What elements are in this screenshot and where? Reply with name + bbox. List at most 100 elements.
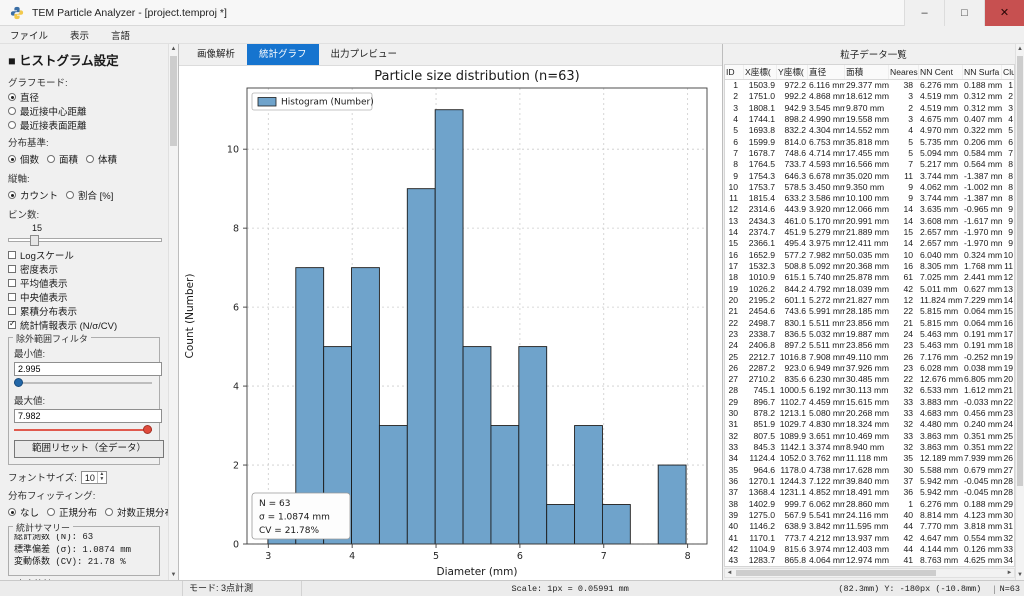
table-row[interactable]: 37 1368.4 1231.1 4.852 mm 18.491 mm 36 5.942 m… xyxy=(725,487,1014,498)
table-row[interactable]: 16 1652.9 577.2 7.982 mm 50.035 mm 10 6.040 mm… xyxy=(725,250,1014,261)
table-row[interactable]: 441080.6750.84.062 mm12.958 mm424.144 mm… xyxy=(725,566,1014,567)
table-row[interactable]: 27 2710.2 835.6 6.230 mm 30.485 mm 22 12.676 m… xyxy=(725,374,1014,385)
scroll-left-icon[interactable]: ◄ xyxy=(725,568,734,578)
table-row[interactable]: 23 2338.7 836.5 5.032 mm 19.887 mm 24 5.463 mm… xyxy=(725,329,1014,340)
fitting-option-1[interactable]: 正規分布 xyxy=(47,506,97,519)
sidebar-scroll-thumb[interactable] xyxy=(170,56,177,146)
table-row[interactable]: 12 2314.6 443.9 3.920 mm 12.066 mm 14 3.635 mm… xyxy=(725,204,1014,215)
range-reset-button[interactable]: 範囲リセット（全データ） xyxy=(14,440,164,458)
table-row[interactable]: 17 1532.3 508.8 5.092 mm 20.368 mm 16 8.305 mm… xyxy=(725,261,1014,272)
fitting-option-0[interactable]: なし xyxy=(8,506,39,519)
table-row[interactable]: 4 1744.1 898.2 4.990 mm 19.558 mm 3 4.675 mm 0.… xyxy=(725,114,1014,125)
table-vertical-scrollbar[interactable]: ▲ ▼ xyxy=(1015,44,1024,580)
table-row[interactable]: 20 2195.2 601.1 5.272 mm 21.827 mm 12 11.824 m… xyxy=(725,295,1014,306)
max-slider-handle-icon[interactable] xyxy=(143,425,152,434)
table-row[interactable]: 26 2287.2 923.0 6.949 mm 37.926 mm 23 6.028 mm… xyxy=(725,363,1014,374)
hscroll-thumb[interactable] xyxy=(736,570,936,576)
table-row[interactable]: 22 2498.7 830.1 5.511 mm 23.856 mm 21 5.815 mm… xyxy=(725,318,1014,329)
table-horizontal-scrollbar[interactable]: ◄ ► xyxy=(724,568,1015,578)
toggle-option-5[interactable]: 統計情報表示 (N/σ/CV) xyxy=(8,319,164,332)
tab-statistics-graph[interactable]: 統計グラフ xyxy=(247,44,319,65)
table-row[interactable]: 35 964.6 1178.0 4.738 mm 17.628 mm 30 5.588 mm… xyxy=(725,465,1014,476)
scroll-right-icon[interactable]: ► xyxy=(1005,568,1014,578)
column-header[interactable]: 直径 xyxy=(808,65,845,79)
table-row[interactable]: 29 896.7 1102.7 4.459 mm 15.615 mm 33 3.883 mm… xyxy=(725,397,1014,408)
table-row[interactable]: 19 1026.2 844.2 4.792 mm 18.039 mm 42 5.011 mm… xyxy=(725,284,1014,295)
table-row[interactable]: 13 2434.3 461.0 5.170 mm 20.991 mm 14 3.608 mm… xyxy=(725,216,1014,227)
column-header[interactable]: NN Surfa xyxy=(963,65,1002,79)
table-row[interactable]: 31 851.9 1029.7 4.830 mm 18.324 mm 32 4.480 mm… xyxy=(725,419,1014,430)
table-row[interactable]: 41 1170.1 773.7 4.212 mm 13.937 mm 42 4.647 mm… xyxy=(725,533,1014,544)
vaxis-option-1[interactable]: 割合 [%] xyxy=(66,189,113,202)
graph-mode-option-1[interactable]: 最近接中心距離 xyxy=(8,105,164,118)
min-slider-handle-icon[interactable] xyxy=(14,378,23,387)
table-row[interactable]: 15 2366.1 495.4 3.975 mm 12.411 mm 14 2.657 mm… xyxy=(725,238,1014,249)
table-row[interactable]: 33 845.3 1142.1 3.374 mm 8.940 mm 32 3.863 mm 0… xyxy=(725,442,1014,453)
bins-slider[interactable] xyxy=(8,234,162,246)
vscroll-thumb[interactable] xyxy=(1017,56,1023,486)
toggle-option-2[interactable]: 平均値表示 xyxy=(8,277,164,290)
menu-file[interactable]: ファイル xyxy=(10,28,48,42)
table-row[interactable]: 39 1275.0 567.9 5.541 mm 24.116 mm 40 8.814 mm… xyxy=(725,510,1014,521)
graph-mode-option-2[interactable]: 最近接表面距離 xyxy=(8,119,164,132)
table-row[interactable]: 24 2406.8 897.2 5.511 mm 23.856 mm 23 5.463 mm… xyxy=(725,340,1014,351)
dist-basis-option-0[interactable]: 個数 xyxy=(8,153,39,166)
menu-language[interactable]: 言語 xyxy=(111,28,130,42)
max-value-slider[interactable] xyxy=(14,424,152,436)
close-button[interactable]: ✕ xyxy=(984,0,1024,26)
maximize-button[interactable]: □ xyxy=(944,0,984,26)
toggle-option-4[interactable]: 累積分布表示 xyxy=(8,305,164,318)
min-value-slider[interactable] xyxy=(14,377,152,389)
toggle-option-3[interactable]: 中央値表示 xyxy=(8,291,164,304)
dist-basis-option-2[interactable]: 体積 xyxy=(86,153,117,166)
scroll-down-icon[interactable]: ▼ xyxy=(1016,570,1024,580)
table-row[interactable]: 38 1402.9 999.7 6.062 mm 28.860 mm 1 6.276 mm 0… xyxy=(725,499,1014,510)
dist-basis-option-1[interactable]: 面積 xyxy=(47,153,78,166)
scroll-down-icon[interactable]: ▼ xyxy=(169,570,178,580)
table-row[interactable]: 10 1753.7 578.5 3.450 mm 9.350 mm 9 4.062 mm -1… xyxy=(725,182,1014,193)
table-row[interactable]: 6 1599.9 814.0 6.753 mm 35.818 mm 5 5.735 mm 0.… xyxy=(725,137,1014,148)
table-row[interactable]: 2 1751.0 992.2 4.868 mm 18.612 mm 3 4.519 mm 0.… xyxy=(725,91,1014,102)
table-row[interactable]: 18 1010.9 615.1 5.740 mm 25.878 mm 61 7.025 mm… xyxy=(725,272,1014,283)
fitting-option-2[interactable]: 対数正規分布 xyxy=(105,506,168,519)
tab-output-preview[interactable]: 出力プレビュー xyxy=(319,44,410,65)
table-row[interactable]: 5 1693.8 832.2 4.304 mm 14.552 mm 4 4.970 mm 0.… xyxy=(725,125,1014,136)
max-value-input[interactable] xyxy=(14,409,162,423)
table-row[interactable]: 25 2212.7 1016.8 7.908 mm 49.110 mm 26 7.176 m… xyxy=(725,352,1014,363)
graph-mode-option-0[interactable]: 直径 xyxy=(8,91,164,104)
tab-image-analysis[interactable]: 画像解析 xyxy=(185,44,247,65)
column-header[interactable]: Neares xyxy=(889,65,919,79)
table-row[interactable]: 8 1764.5 733.7 4.593 mm 16.566 mm 7 5.217 mm 0.… xyxy=(725,159,1014,170)
table-row[interactable]: 36 1270.1 1244.3 7.122 mm 39.840 mm 37 5.942 m… xyxy=(725,476,1014,487)
font-size-spinner[interactable]: 10 ▲ ▼ xyxy=(80,470,107,484)
scroll-up-icon[interactable]: ▲ xyxy=(169,44,178,54)
minimize-button[interactable]: – xyxy=(904,0,944,26)
vaxis-option-0[interactable]: カウント xyxy=(8,189,58,202)
table-row[interactable]: 1 1503.9 972.2 6.116 mm 29.377 mm 38 6.276 mm 0… xyxy=(725,80,1014,91)
table-row[interactable]: 9 1754.3 646.3 6.678 mm 35.020 mm 11 3.744 mm -… xyxy=(725,171,1014,182)
table-row[interactable]: 3 1808.1 942.9 3.545 mm 9.870 mm 2 4.519 mm 0.3… xyxy=(725,103,1014,114)
table-row[interactable]: 34 1124.4 1052.0 3.762 mm 11.118 mm 35 12.189 … xyxy=(725,453,1014,464)
column-header[interactable]: Clust xyxy=(1002,65,1014,79)
sidebar-scrollbar[interactable]: ▲ ▼ xyxy=(168,44,178,580)
table-row[interactable]: 42 1104.9 815.6 3.974 mm 12.403 mm 44 4.144 mm… xyxy=(725,544,1014,555)
table-row[interactable]: 30 878.2 1213.1 5.080 mm 20.268 mm 33 4.683 mm… xyxy=(725,408,1014,419)
table-row[interactable]: 32 807.5 1089.9 3.651 mm 10.469 mm 33 3.863 mm… xyxy=(725,431,1014,442)
toggle-option-0[interactable]: Logスケール xyxy=(8,249,164,262)
column-header[interactable]: NN Cent xyxy=(919,65,963,79)
table-row[interactable]: 40 1146.2 638.9 3.842 mm 11.595 mm 44 7.770 mm… xyxy=(725,521,1014,532)
column-header[interactable]: Y座標( xyxy=(777,65,808,79)
column-header[interactable]: ID xyxy=(725,65,744,79)
column-header[interactable]: 面積 xyxy=(845,65,889,79)
table-row[interactable]: 11 1815.4 633.2 3.586 mm 10.100 mm 9 3.744 mm -… xyxy=(725,193,1014,204)
table-row[interactable]: 14 2374.7 451.9 5.279 mm 21.889 mm 15 2.657 mm… xyxy=(725,227,1014,238)
table-row[interactable]: 7 1678.7 748.6 4.714 mm 17.455 mm 5 5.094 mm 0.… xyxy=(725,148,1014,159)
bins-slider-handle[interactable] xyxy=(30,235,39,246)
scroll-up-icon[interactable]: ▲ xyxy=(1016,44,1024,54)
spinner-arrows-icon[interactable]: ▲ ▼ xyxy=(96,471,106,483)
menu-view[interactable]: 表示 xyxy=(70,28,89,42)
column-header[interactable]: X座標( xyxy=(744,65,777,79)
toggle-option-1[interactable]: 密度表示 xyxy=(8,263,164,276)
table-row[interactable]: 43 1283.7 865.8 4.064 mm 12.974 mm 41 8.763 mm… xyxy=(725,555,1014,566)
table-row[interactable]: 28 745.1 1000.5 6.192 mm 30.113 mm 32 6.533 mm… xyxy=(725,385,1014,396)
